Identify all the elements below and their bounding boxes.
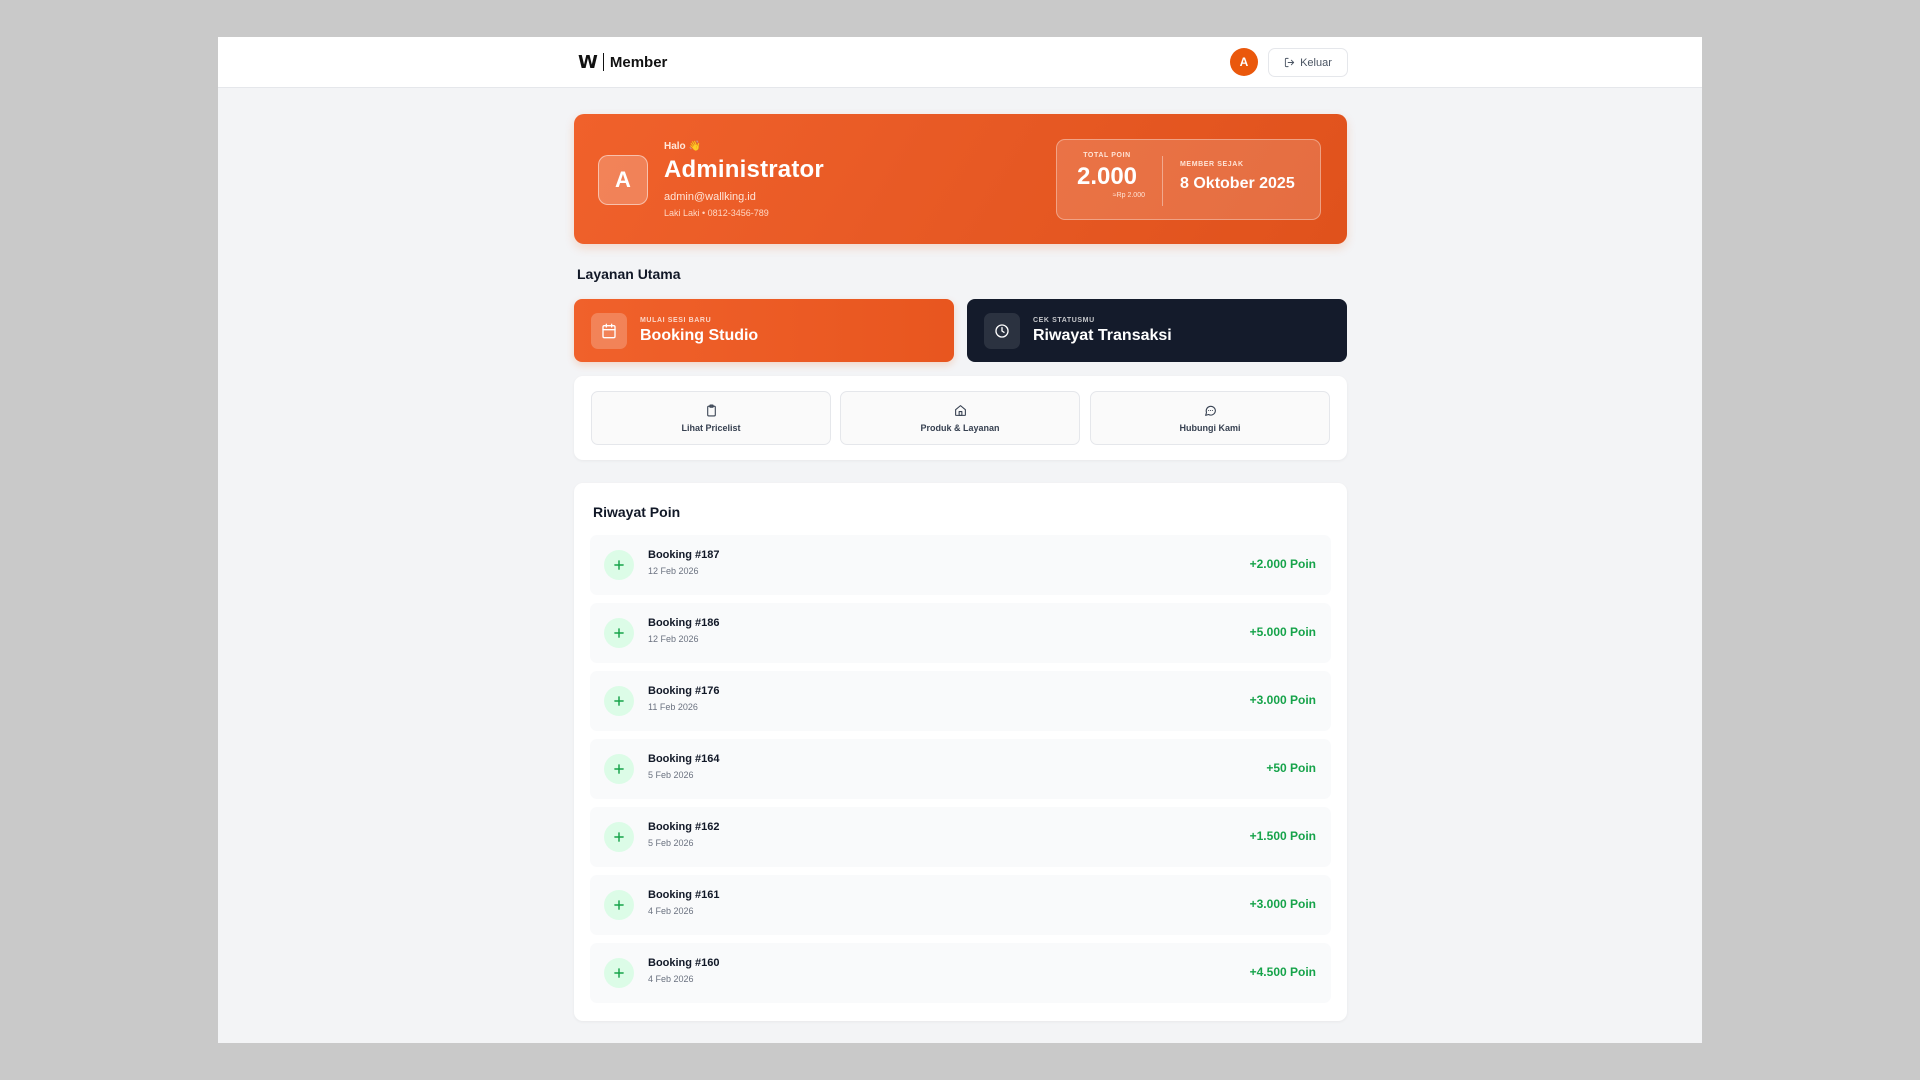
contact-us-button[interactable]: Hubungi Kami xyxy=(1090,391,1330,445)
member-since-value: 8 Oktober 2025 xyxy=(1180,175,1295,192)
points-row-title: Booking #186 xyxy=(648,617,720,629)
profile-name: Administrator xyxy=(664,156,824,183)
points-row[interactable]: Booking #161 4 Feb 2026 +3.000 Poin xyxy=(590,875,1331,935)
logout-label: Keluar xyxy=(1300,56,1332,69)
points-row[interactable]: Booking #186 12 Feb 2026 +5.000 Poin xyxy=(590,603,1331,663)
pricelist-button[interactable]: Lihat Pricelist xyxy=(591,391,831,445)
points-row-title: Booking #187 xyxy=(648,549,720,561)
chat-icon xyxy=(1204,405,1216,416)
points-row-title: Booking #176 xyxy=(648,685,720,697)
booking-title: Booking Studio xyxy=(640,326,759,344)
transaction-history-button[interactable]: CEK STATUSMU Riwayat Transaksi xyxy=(967,299,1347,362)
greeting: Halo 👋 xyxy=(664,141,701,152)
points-row-date: 5 Feb 2026 xyxy=(648,838,694,848)
points-row-amount: +3.000 Poin xyxy=(1249,693,1316,707)
calendar-icon xyxy=(591,312,627,349)
home-icon xyxy=(954,404,966,416)
points-row-date: 12 Feb 2026 xyxy=(648,566,699,576)
products-services-label: Produk & Layanan xyxy=(920,422,1000,433)
brand-logo: W xyxy=(578,51,598,73)
member-since-stat: MEMBER SEJAK 8 Oktober 2025 xyxy=(1180,161,1295,193)
booking-studio-button[interactable]: MULAI SESI BARU Booking Studio xyxy=(574,299,954,362)
clock-icon xyxy=(984,312,1020,349)
profile-avatar: A xyxy=(598,155,648,205)
plus-icon xyxy=(604,550,634,580)
profile-email: admin@wallking.id xyxy=(664,191,756,203)
contact-us-label: Hubungi Kami xyxy=(1179,422,1241,433)
brand-label: Member xyxy=(609,53,668,71)
brand[interactable]: W Member xyxy=(578,50,667,74)
history-kicker: CEK STATUSMU xyxy=(1033,316,1095,324)
points-row[interactable]: Booking #164 5 Feb 2026 +50 Poin xyxy=(590,739,1331,799)
points-row[interactable]: Booking #187 12 Feb 2026 +2.000 Poin xyxy=(590,535,1331,595)
points-row-amount: +3.000 Poin xyxy=(1249,897,1316,911)
member-since-label: MEMBER SEJAK xyxy=(1180,161,1244,168)
points-row-title: Booking #162 xyxy=(648,821,720,833)
points-row-amount: +50 Poin xyxy=(1266,761,1316,775)
plus-icon xyxy=(604,958,634,988)
products-services-button[interactable]: Produk & Layanan xyxy=(840,391,1080,445)
points-row-amount: +5.000 Poin xyxy=(1249,625,1316,639)
plus-icon xyxy=(604,754,634,784)
logout-icon xyxy=(1285,57,1295,68)
points-row-amount: +4.500 Poin xyxy=(1249,965,1316,979)
plus-icon xyxy=(604,686,634,716)
profile-meta: Laki Laki • 0812-3456-789 xyxy=(664,208,769,218)
app-window: W Member A Keluar A Halo 👋 Administrator… xyxy=(218,37,1702,1043)
points-rupiah-value: ≈Rp 2.000 xyxy=(1112,192,1145,199)
points-row-date: 5 Feb 2026 xyxy=(648,770,694,780)
profile-stats: TOTAL POIN 2.000 ≈Rp 2.000 MEMBER SEJAK … xyxy=(1056,139,1321,220)
points-row-date: 12 Feb 2026 xyxy=(648,634,699,644)
total-points-stat: TOTAL POIN 2.000 ≈Rp 2.000 xyxy=(1069,152,1145,199)
plus-icon xyxy=(604,618,634,648)
logout-button[interactable]: Keluar xyxy=(1268,48,1348,77)
points-row[interactable]: Booking #176 11 Feb 2026 +3.000 Poin xyxy=(590,671,1331,731)
total-points-label: TOTAL POIN xyxy=(1083,152,1131,159)
total-points-value: 2.000 xyxy=(1076,163,1138,190)
top-navbar: W Member A Keluar xyxy=(218,37,1702,88)
points-row-amount: +1.500 Poin xyxy=(1249,829,1316,843)
points-row-date: 4 Feb 2026 xyxy=(648,974,694,984)
points-row[interactable]: Booking #160 4 Feb 2026 +4.500 Poin xyxy=(590,943,1331,1003)
booking-kicker: MULAI SESI BARU xyxy=(640,316,712,324)
points-row-title: Booking #161 xyxy=(648,889,720,901)
avatar[interactable]: A xyxy=(1230,48,1258,76)
points-history-card: Riwayat Poin Booking #187 12 Feb 2026 +2… xyxy=(574,483,1347,1021)
plus-icon xyxy=(604,890,634,920)
stats-divider xyxy=(1162,156,1163,206)
history-title: Riwayat Transaksi xyxy=(1033,326,1172,344)
plus-icon xyxy=(604,822,634,852)
main-services-title: Layanan Utama xyxy=(577,266,681,282)
pricelist-label: Lihat Pricelist xyxy=(681,422,741,433)
points-row-title: Booking #160 xyxy=(648,957,720,969)
quick-links: Lihat Pricelist Produk & Layanan Hubungi… xyxy=(574,376,1347,460)
brand-divider xyxy=(602,53,604,71)
points-row-date: 11 Feb 2026 xyxy=(648,702,698,712)
points-row[interactable]: Booking #162 5 Feb 2026 +1.500 Poin xyxy=(590,807,1331,867)
points-history-title: Riwayat Poin xyxy=(593,504,681,520)
points-row-title: Booking #164 xyxy=(648,753,720,765)
clipboard-icon xyxy=(706,404,716,416)
points-row-amount: +2.000 Poin xyxy=(1249,557,1316,571)
profile-card: A Halo 👋 Administrator admin@wallking.id… xyxy=(574,114,1347,244)
points-row-date: 4 Feb 2026 xyxy=(648,906,694,916)
